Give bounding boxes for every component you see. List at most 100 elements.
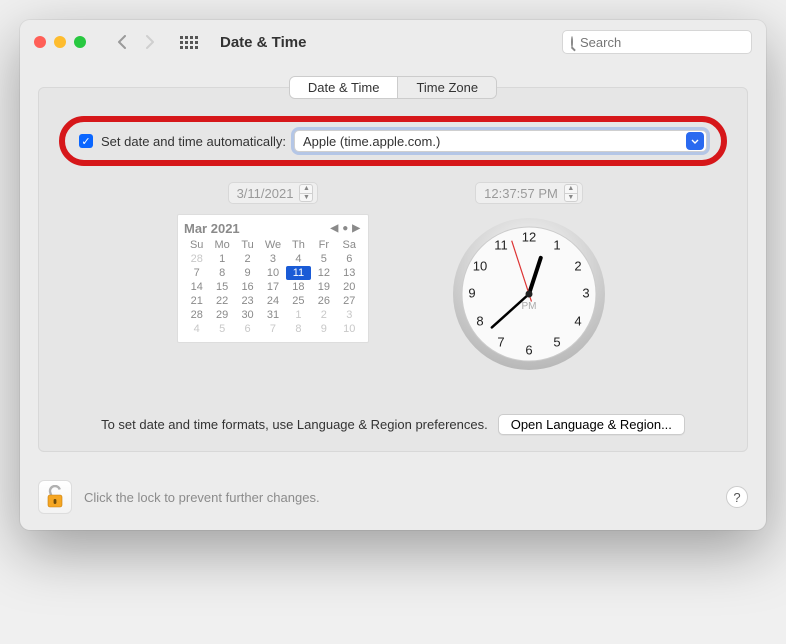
- calendar-day: 20: [337, 280, 362, 294]
- calendar-next-icon: ▶: [350, 223, 362, 234]
- clock-ampm: PM: [522, 301, 537, 312]
- show-all-icon[interactable]: [180, 36, 198, 49]
- calendar-day: 24: [260, 294, 285, 308]
- calendar-day: 6: [337, 252, 362, 266]
- calendar-day: 4: [286, 252, 311, 266]
- svg-text:5: 5: [553, 334, 560, 349]
- svg-text:2: 2: [574, 258, 581, 273]
- calendar-day: 11: [286, 266, 311, 280]
- help-button[interactable]: ?: [726, 486, 748, 508]
- search-field[interactable]: [562, 30, 752, 54]
- back-button[interactable]: [110, 31, 134, 53]
- calendar-day: 10: [260, 266, 285, 280]
- calendar-dow: Th: [286, 238, 311, 252]
- auto-time-row: ✓ Set date and time automatically: Apple…: [59, 116, 727, 166]
- calendar-day: 7: [184, 266, 209, 280]
- calendar-day: 26: [311, 294, 336, 308]
- auto-time-label: Set date and time automatically:: [101, 134, 286, 149]
- calendar-dow: We: [260, 238, 285, 252]
- calendar-day-other: 9: [311, 322, 336, 336]
- date-value: 3/11/2021: [237, 186, 294, 201]
- calendar-today-icon: ●: [340, 223, 350, 234]
- svg-text:12: 12: [522, 229, 536, 244]
- calendar-day: 23: [235, 294, 260, 308]
- calendar-day: 15: [209, 280, 234, 294]
- calendar-prev-icon: ◀: [329, 223, 341, 234]
- search-icon: [571, 36, 573, 48]
- calendar: Mar 2021 ◀ ● ▶ SuMoTuWeThFrSa28123456789…: [177, 214, 369, 343]
- svg-text:7: 7: [497, 334, 504, 349]
- time-column: 12:37:57 PM ▲▼ 12: [449, 182, 609, 374]
- calendar-day: 27: [337, 294, 362, 308]
- date-time-panel: ✓ Set date and time automatically: Apple…: [38, 87, 748, 452]
- time-server-combo[interactable]: Apple (time.apple.com.): [294, 130, 707, 152]
- forward-button[interactable]: [138, 31, 162, 53]
- calendar-day: 17: [260, 280, 285, 294]
- tab-date-time[interactable]: Date & Time: [290, 77, 398, 98]
- auto-time-checkbox[interactable]: ✓: [79, 134, 93, 148]
- tab-time-zone[interactable]: Time Zone: [397, 77, 496, 98]
- calendar-day: 14: [184, 280, 209, 294]
- search-input[interactable]: [578, 34, 758, 51]
- calendar-day: 19: [311, 280, 336, 294]
- calendar-day-other: 2: [311, 308, 336, 322]
- calendar-month-label: Mar 2021: [184, 221, 240, 236]
- calendar-day: 3: [260, 252, 285, 266]
- zoom-window-button[interactable]: [74, 36, 86, 48]
- calendar-day: 22: [209, 294, 234, 308]
- svg-text:1: 1: [553, 237, 560, 252]
- lock-button[interactable]: [38, 480, 72, 514]
- window-title: Date & Time: [220, 34, 306, 51]
- calendar-day-other: 3: [337, 308, 362, 322]
- calendar-day: 2: [235, 252, 260, 266]
- calendar-day-other: 28: [184, 252, 209, 266]
- calendar-dow: Sa: [337, 238, 362, 252]
- calendar-day: 12: [311, 266, 336, 280]
- calendar-day-other: 8: [286, 322, 311, 336]
- time-field: 12:37:57 PM ▲▼: [475, 182, 583, 204]
- calendar-day: 21: [184, 294, 209, 308]
- svg-text:11: 11: [494, 237, 508, 252]
- calendar-dow: Su: [184, 238, 209, 252]
- calendar-dow: Tu: [235, 238, 260, 252]
- calendar-day: 9: [235, 266, 260, 280]
- date-stepper: ▲▼: [299, 184, 313, 202]
- close-window-button[interactable]: [34, 36, 46, 48]
- calendar-day: 30: [235, 308, 260, 322]
- preferences-window: Date & Time Date & Time Time Zone ✓ Set …: [20, 20, 766, 530]
- calendar-day-other: 5: [209, 322, 234, 336]
- calendar-day-other: 4: [184, 322, 209, 336]
- calendar-day: 5: [311, 252, 336, 266]
- calendar-day: 28: [184, 308, 209, 322]
- date-column: 3/11/2021 ▲▼ Mar 2021 ◀ ● ▶ SuMoTuWeThFr…: [177, 182, 369, 374]
- calendar-day: 18: [286, 280, 311, 294]
- calendar-day: 1: [209, 252, 234, 266]
- svg-text:6: 6: [525, 342, 532, 357]
- open-language-region-button[interactable]: Open Language & Region...: [498, 414, 685, 435]
- tab-bar: Date & Time Time Zone: [38, 76, 748, 99]
- calendar-dow: Mo: [209, 238, 234, 252]
- svg-text:10: 10: [473, 258, 487, 273]
- lock-text: Click the lock to prevent further change…: [84, 490, 320, 505]
- calendar-day: 16: [235, 280, 260, 294]
- svg-text:9: 9: [468, 285, 475, 300]
- minimize-window-button[interactable]: [54, 36, 66, 48]
- chevron-down-icon: [686, 132, 704, 150]
- calendar-day: 8: [209, 266, 234, 280]
- lock-icon: [45, 485, 65, 509]
- analog-clock: 12 1 2 3 4 5 6 7 8 9 10 11: [449, 214, 609, 374]
- formats-note: To set date and time formats, use Langua…: [101, 417, 488, 432]
- calendar-dow: Fr: [311, 238, 336, 252]
- nav-buttons: [110, 31, 162, 53]
- date-field: 3/11/2021 ▲▼: [228, 182, 319, 204]
- svg-text:8: 8: [476, 313, 483, 328]
- window-controls: [34, 36, 86, 48]
- calendar-day-other: 7: [260, 322, 285, 336]
- svg-text:4: 4: [574, 313, 581, 328]
- time-stepper: ▲▼: [564, 184, 578, 202]
- calendar-day: 25: [286, 294, 311, 308]
- calendar-day: 29: [209, 308, 234, 322]
- titlebar: Date & Time: [20, 20, 766, 64]
- footer: Click the lock to prevent further change…: [20, 470, 766, 530]
- time-server-value: Apple (time.apple.com.): [295, 134, 686, 149]
